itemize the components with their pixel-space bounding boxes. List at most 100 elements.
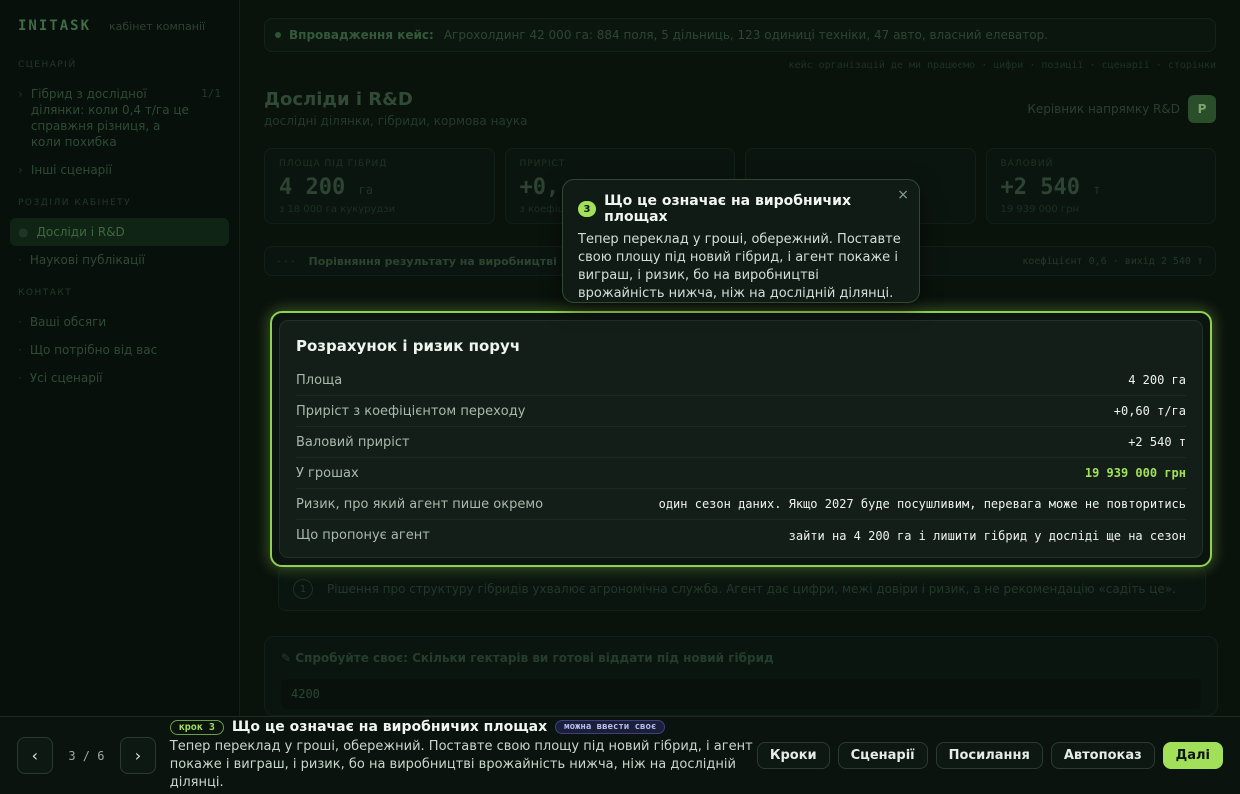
row-key: Ризик, про який агент пише окремо	[296, 496, 544, 512]
sub-links[interactable]: кейс організацій де ми працюємо · цифри …	[264, 60, 1216, 71]
sidebar-item-label: Ваші обсяги	[29, 315, 107, 329]
autoplay-button[interactable]: Автопоказ	[1050, 742, 1155, 769]
page-subtitle: дослідні ділянки, гібриди, кормова наука	[264, 114, 528, 128]
step-counter: 3 / 6	[68, 748, 105, 763]
stat-label: ПЛОЩА ПІД ГІБРИД	[279, 159, 388, 169]
tour-tooltip: 3 Що це означає на виробничих площах × Т…	[562, 179, 920, 303]
panel-title: Розрахунок і ризик поруч	[296, 337, 521, 355]
table-row: У грошах 19 939 000 грн	[296, 458, 1186, 489]
calculation-panel: Розрахунок і ризик поруч Площа 4 200 га …	[270, 311, 1212, 567]
prev-step-button[interactable]: ‹	[17, 737, 53, 774]
stat-value: +2 540 т	[1001, 175, 1202, 200]
row-key: Валовий приріст	[296, 434, 410, 450]
stat-number: 4 200	[279, 175, 346, 200]
table-row: Ризик, про який агент пише окремо один с…	[296, 489, 1186, 520]
dot-icon: ·	[18, 371, 22, 385]
stat-number: +2 540	[1000, 175, 1080, 200]
brand-subtitle: кабінет компанії	[109, 20, 206, 33]
sidebar-item-other-scenarios[interactable]: › Інші сценарії	[10, 156, 229, 184]
tour-actions: Кроки Сценарії Посилання Автопоказ Далі	[756, 742, 1223, 769]
sidebar-item-label: Інші сценарії	[30, 163, 112, 177]
step-title: Що це означає на виробничих площах	[231, 719, 548, 735]
decision-text: Рішення про структуру гібридів ухвалює а…	[327, 582, 1176, 596]
decision-number: 1	[293, 579, 313, 599]
stat-note: з 18 000 га кукурудзи	[279, 204, 396, 215]
stat-label: ПРИРІСТ	[519, 159, 566, 169]
chevron-right-icon: ›	[18, 163, 23, 177]
sidebar-item-label: Усі сценарії	[29, 371, 103, 385]
sidebar-section-scenario: СЦЕНАРІЙ	[18, 60, 77, 70]
table-row: Що пропонує агент зайти на 4 200 га і ли…	[296, 520, 1186, 551]
row-value: +0,60 т/га	[1113, 404, 1186, 418]
try-yours-box: ✎ Спробуйте своє: Скільки гектарів ви го…	[264, 636, 1218, 716]
step-description: Тепер переклад у гроші, обережний. Поста…	[169, 739, 753, 790]
chevron-right-icon: ›	[18, 87, 23, 101]
table-row: Валовий приріст +2 540 т	[296, 427, 1186, 458]
next-step-arrow-button[interactable]: ›	[120, 737, 156, 774]
share-link-button[interactable]: Посилання	[935, 742, 1043, 769]
row-value: зайти на 4 200 га і лишити гібрид у досл…	[788, 528, 1186, 543]
step-header: крок 3 Що це означає на виробничих площа…	[169, 719, 757, 735]
dot-icon: ●	[18, 225, 29, 239]
row-key: Приріст з коефіцієнтом переходу	[296, 403, 526, 419]
step-info: крок 3 Що це означає на виробничих площа…	[169, 719, 757, 792]
page-title: Досліди і R&D	[264, 89, 413, 110]
row-value: один сезон даних. Якщо 2027 буде посушли…	[658, 497, 1186, 511]
step-dots-icon: · · ·	[277, 254, 295, 268]
dot-icon: ·	[18, 343, 22, 357]
case-banner: Впровадження кейс: Агрохолдинг 42 000 га…	[264, 18, 1216, 52]
row-key: У грошах	[296, 465, 359, 481]
banner-text: Агрохолдинг 42 000 га: 884 поля, 5 дільн…	[443, 28, 1049, 42]
brand-logo[interactable]: INITASK	[18, 18, 91, 34]
row-key: Площа	[296, 372, 343, 388]
brand: INITASK кабінет компанії	[10, 18, 229, 34]
page-header: Досліди і R&D дослідні ділянки, гібриди,…	[264, 89, 1216, 128]
table-row: Площа 4 200 га	[296, 365, 1186, 396]
sidebar-section-company: РОЗДІЛИ КАБІНЕТУ	[18, 198, 132, 208]
sidebar-item-needs[interactable]: · Що потрібно від вас	[10, 336, 229, 364]
steps-button[interactable]: Кроки	[756, 742, 830, 769]
scenario-count-badge: 1/1	[201, 87, 221, 100]
decision-note: 1 Рішення про структуру гібридів ухвалює…	[278, 567, 1206, 611]
tour-bar: ‹ 3 / 6 › крок 3 Що це означає на виробн…	[0, 716, 1240, 794]
tooltip-title: Що це означає на виробничих площах	[604, 193, 851, 225]
step-chip: крок 3	[169, 719, 224, 735]
sidebar-section-contact: КОНТАКТ	[18, 288, 73, 298]
stat-card: ВАЛОВИЙ +2 540 т 19 939 000 грн	[985, 148, 1216, 224]
stat-label: ВАЛОВИЙ	[1000, 159, 1054, 169]
sidebar-item-label: Що потрібно від вас	[29, 343, 158, 357]
sidebar-item-label: Досліди і R&D	[36, 225, 125, 239]
row-value: +2 540 т	[1128, 435, 1186, 449]
tooltip-body: Тепер переклад у гроші, обережний. Поста…	[578, 232, 901, 301]
next-button[interactable]: Далі	[1162, 742, 1223, 769]
tooltip-step-number: 3	[578, 201, 597, 217]
sidebar-item-label: Наукові публікації	[29, 253, 145, 267]
area-input[interactable]: 4200	[281, 679, 1201, 709]
sidebar-item-all-scenarios[interactable]: · Усі сценарії	[10, 364, 229, 392]
user-info: Керівник напрямку R&D P	[1027, 89, 1216, 128]
sidebar-item-research[interactable]: ● Досліди і R&D	[10, 218, 229, 246]
scenarios-button[interactable]: Сценарії	[837, 742, 928, 769]
tooltip-header: 3 Що це означає на виробничих площах	[578, 193, 904, 225]
close-icon[interactable]: ×	[897, 187, 909, 203]
try-yours-label: ✎ Спробуйте своє: Скільки гектарів ви го…	[281, 651, 774, 665]
sidebar-item-volumes[interactable]: · Ваші обсяги	[10, 308, 229, 336]
user-role: Керівник напрямку R&D	[1027, 101, 1180, 116]
dot-icon: ·	[18, 253, 22, 267]
comparison-summary: коефіцієнт 0,6 · вихід 2 540 т	[1022, 255, 1203, 267]
avatar[interactable]: P	[1188, 94, 1216, 123]
calculation-card: Розрахунок і ризик поруч Площа 4 200 га …	[279, 320, 1203, 558]
sidebar-item-scenario[interactable]: › Гібрид з дослідної ділянки: коли 0,4 т…	[10, 80, 229, 156]
stat-unit: га	[358, 183, 373, 197]
row-key: Що пропонує агент	[296, 528, 430, 543]
stat-note: 19 939 000 грн	[1000, 204, 1080, 215]
stat-unit: т	[1093, 183, 1101, 197]
stat-value: 4 200 га	[279, 175, 480, 200]
money-value: 19 939 000 грн	[1084, 466, 1186, 480]
table-row: Приріст з коефіцієнтом переходу +0,60 т/…	[296, 396, 1186, 427]
status-dot-icon	[275, 32, 281, 38]
comparison-label: Порівняння результату на виробництві	[308, 254, 557, 268]
dot-icon: ·	[18, 315, 22, 329]
sidebar-item-publications[interactable]: · Наукові публікації	[10, 246, 229, 274]
row-value: 4 200 га	[1128, 373, 1186, 387]
